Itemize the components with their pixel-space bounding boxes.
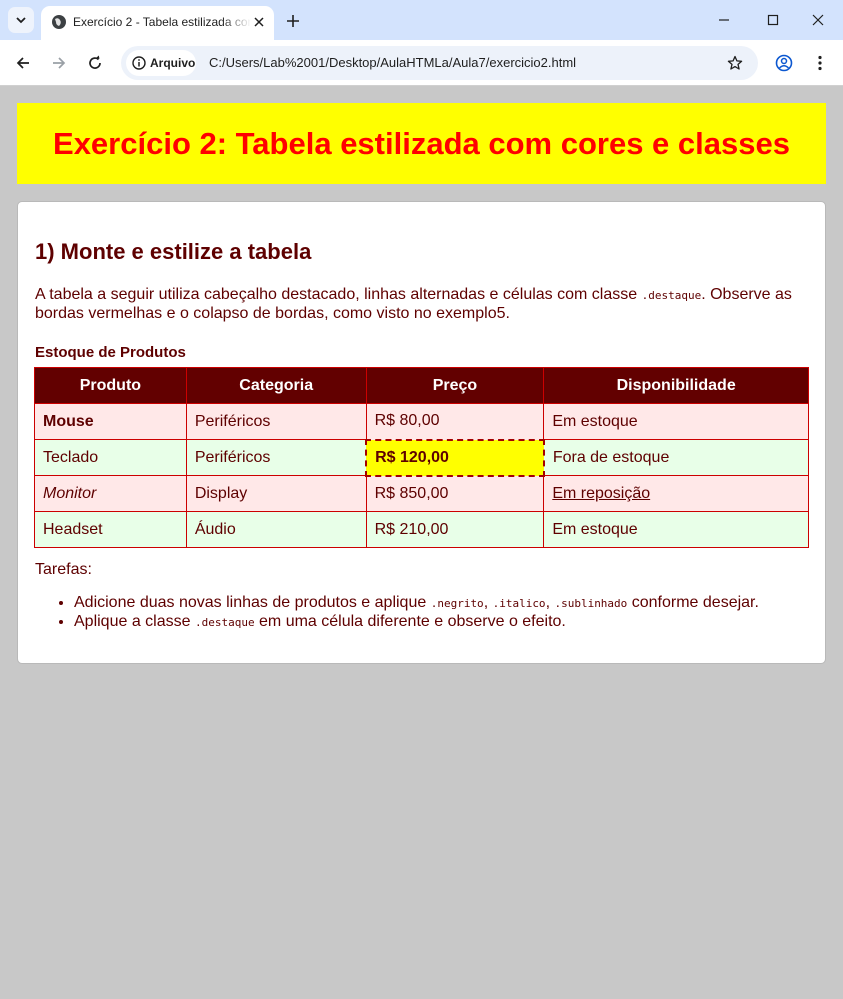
header-produto: Produto [34, 367, 187, 404]
address-bar[interactable]: Arquivo C:/Users/Lab%2001/Desktop/AulaHT… [121, 46, 758, 80]
table-caption: Estoque de Produtos [35, 344, 186, 361]
list-item: Adicione duas novas linhas de produtos e… [74, 594, 814, 613]
cell-produto: Monitor [34, 475, 187, 512]
table-row: Headset Áudio R$ 210,00 Em estoque [34, 511, 809, 548]
intro-paragraph: A tabela a seguir utiliza cabeçalho dest… [35, 286, 792, 322]
info-icon [132, 56, 146, 70]
browser-toolbar: Arquivo C:/Users/Lab%2001/Desktop/AulaHT… [0, 40, 843, 86]
page-banner: Exercício 2: Tabela estilizada com cores… [17, 103, 826, 184]
browser-titlebar: Exercício 2 - Tabela estilizada com core… [0, 0, 843, 40]
new-tab-plus-icon[interactable] [282, 10, 304, 32]
url-text[interactable]: C:/Users/Lab%2001/Desktop/AulaHTMLa/Aula… [209, 55, 576, 70]
cell-categoria: Periféricos [185, 439, 367, 476]
cell-categoria: Áudio [185, 511, 367, 548]
close-window-icon[interactable] [804, 6, 832, 34]
table-header-row: Produto Categoria Preço Disponibilidade [34, 367, 809, 404]
back-arrow-icon[interactable] [10, 50, 36, 76]
close-tab-icon[interactable] [250, 13, 268, 31]
forward-arrow-icon[interactable] [46, 50, 72, 76]
site-info-chip[interactable]: Arquivo [126, 50, 196, 76]
page-title: Exercício 2: Tabela estilizada com cores… [53, 125, 790, 161]
globe-icon [52, 15, 66, 29]
profile-icon[interactable] [771, 50, 797, 76]
cell-disponibilidade: Em reposição [543, 475, 809, 512]
cell-preco-destaque: R$ 120,00 [365, 438, 545, 477]
cell-produto: Teclado [34, 439, 187, 476]
cell-produto: Mouse [34, 403, 187, 440]
tab-search-chevron-icon[interactable] [8, 7, 34, 33]
cell-categoria: Periféricos [185, 403, 367, 440]
header-categoria: Categoria [185, 367, 367, 404]
browser-tab[interactable]: Exercício 2 - Tabela estilizada com core… [41, 6, 274, 40]
cell-disponibilidade: Fora de estoque [543, 439, 809, 476]
tasks-title: Tarefas: [35, 561, 92, 578]
list-item: Aplique a classe .destaque em uma célula… [74, 613, 814, 632]
cell-disponibilidade: Em estoque [543, 403, 809, 440]
reload-icon[interactable] [82, 50, 108, 76]
cell-disponibilidade: Em estoque [543, 511, 809, 548]
table-row: Mouse Periféricos R$ 80,00 Em estoque [34, 403, 809, 440]
cell-produto: Headset [34, 511, 187, 548]
maximize-icon[interactable] [759, 6, 787, 34]
cell-categoria: Display [185, 475, 367, 512]
header-preco: Preço [365, 367, 545, 404]
header-disponibilidade: Disponibilidade [543, 367, 809, 404]
destaque-code: .destaque [641, 289, 702, 302]
content-card: 1) Monte e estilize a tabela A tabela a … [17, 201, 826, 664]
bookmark-star-icon[interactable] [724, 52, 746, 74]
cell-preco: R$ 80,00 [365, 403, 545, 440]
kebab-menu-icon[interactable] [807, 50, 833, 76]
minimize-icon[interactable] [710, 6, 738, 34]
section-title: 1) Monte e estilize a tabela [35, 239, 312, 264]
site-chip-label: Arquivo [150, 56, 196, 70]
table-row: Monitor Display R$ 850,00 Em reposição [34, 475, 809, 512]
cell-preco: R$ 210,00 [365, 511, 545, 548]
tasks-list: Adicione duas novas linhas de produtos e… [74, 594, 814, 632]
table-row: Teclado Periféricos R$ 120,00 Fora de es… [34, 438, 809, 477]
cell-preco: R$ 850,00 [365, 475, 545, 512]
products-table: Produto Categoria Preço Disponibilidade … [34, 367, 809, 548]
